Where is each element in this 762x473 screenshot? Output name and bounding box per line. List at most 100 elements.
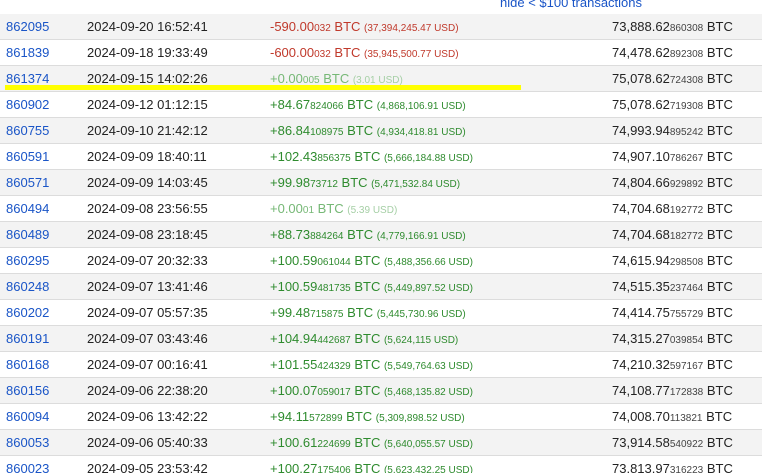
balance-fraction: 719308 — [669, 101, 704, 112]
hide-small-transactions-link[interactable]: hide < $100 transactions — [500, 0, 642, 10]
balance-main: 73,813.97 — [612, 461, 670, 473]
block-height-link[interactable]: 860023 — [6, 456, 49, 473]
table-row: 860494 2024-09-08 23:56:55 +0.0001 BTC (5.… — [0, 196, 762, 222]
amount-main: +100.61 — [270, 435, 318, 450]
balance-main: 74,907.10 — [612, 149, 670, 164]
transaction-amount: +86.84108975 BTC (4,934,418.81 USD) — [270, 118, 466, 145]
transaction-date: 2024-09-12 01:12:15 — [87, 97, 208, 112]
amount-unit: BTC — [337, 175, 372, 190]
balance: 74,515.35237464 BTC — [612, 274, 733, 301]
table-row: 860191 2024-09-07 03:43:46 +104.94442687 B… — [0, 326, 762, 352]
block-height-link[interactable]: 860168 — [6, 352, 49, 377]
block-height-link[interactable]: 860571 — [6, 170, 49, 195]
amount-fraction: 032 — [314, 49, 331, 60]
balance-main: 74,993.94 — [612, 123, 670, 138]
block-height-link[interactable]: 860248 — [6, 274, 49, 299]
transaction-amount: +0.0001 BTC (5.39 USD) — [270, 196, 397, 223]
transaction-amount: +101.55424329 BTC (5,549,764.63 USD) — [270, 352, 473, 379]
transaction-date: 2024-09-07 00:16:41 — [87, 357, 208, 372]
balance: 74,615.94298508 BTC — [612, 248, 733, 275]
block-height-link[interactable]: 860191 — [6, 326, 49, 351]
amount-main: +104.94 — [270, 331, 318, 346]
transaction-amount: +88.73884264 BTC (4,779,166.91 USD) — [270, 222, 466, 249]
amount-usd: (4,779,166.91 USD) — [376, 231, 466, 242]
table-row: 860295 2024-09-07 20:32:33 +100.59061044 B… — [0, 248, 762, 274]
amount-unit: BTC — [342, 409, 376, 424]
amount-fraction: 824066 — [310, 101, 344, 112]
balance-main: 74,210.32 — [612, 357, 670, 372]
table-row: 862095 2024-09-20 16:52:41 -590.00032 BTC … — [0, 14, 762, 40]
amount-unit: BTC — [330, 19, 365, 34]
transaction-amount: +100.61224699 BTC (5,640,055.57 USD) — [270, 430, 473, 457]
balance-fraction: 755729 — [669, 309, 704, 320]
amount-unit: BTC — [330, 45, 365, 60]
amount-usd: (5,488,356.66 USD) — [383, 257, 473, 268]
transaction-date: 2024-09-18 19:33:49 — [87, 45, 208, 60]
table-row: 860156 2024-09-06 22:38:20 +100.07059017 B… — [0, 378, 762, 404]
balance-unit: BTC — [703, 71, 733, 86]
block-height-link[interactable]: 860591 — [6, 144, 49, 169]
block-height-link[interactable]: 860053 — [6, 430, 49, 455]
balance-unit: BTC — [703, 201, 733, 216]
block-height-link[interactable]: 860202 — [6, 300, 49, 325]
amount-fraction: 175406 — [317, 465, 351, 473]
table-row: 860591 2024-09-09 18:40:11 +102.43856375 B… — [0, 144, 762, 170]
amount-fraction: 032 — [314, 23, 331, 34]
balance: 74,907.10786267 BTC — [612, 144, 733, 171]
balance-unit: BTC — [703, 357, 733, 372]
block-height-link[interactable]: 860755 — [6, 118, 49, 143]
amount-usd: (5,309,898.52 USD) — [375, 413, 465, 424]
table-row: 861839 2024-09-18 19:33:49 -600.00032 BTC … — [0, 40, 762, 66]
block-height-link[interactable]: 860094 — [6, 404, 49, 429]
block-height-link[interactable]: 860156 — [6, 378, 49, 403]
amount-main: +100.59 — [270, 279, 318, 294]
balance-main: 74,414.75 — [612, 305, 670, 320]
balance: 73,813.97316223 BTC — [612, 456, 733, 473]
amount-usd: (5,640,055.57 USD) — [383, 439, 473, 450]
amount-fraction: 224699 — [317, 439, 351, 450]
amount-usd: (5,445,730.96 USD) — [376, 309, 466, 320]
amount-main: +102.43 — [270, 149, 318, 164]
amount-usd: (5.39 USD) — [347, 205, 398, 216]
amount-usd: (5,624,115 USD) — [383, 335, 459, 346]
amount-fraction: 884264 — [310, 231, 344, 242]
balance-fraction: 724308 — [669, 75, 704, 86]
balance-unit: BTC — [703, 253, 733, 268]
amount-fraction: 481735 — [317, 283, 351, 294]
balance-main: 74,108.77 — [612, 383, 670, 398]
amount-main: +84.67 — [270, 97, 311, 112]
transaction-amount: +99.48715875 BTC (5,445,730.96 USD) — [270, 300, 466, 327]
balance: 73,888.62860308 BTC — [612, 14, 733, 41]
amount-main: -590.00 — [270, 19, 315, 34]
amount-main: +99.98 — [270, 175, 311, 190]
block-height-link[interactable]: 860489 — [6, 222, 49, 247]
table-row: 860571 2024-09-09 14:03:45 +99.9873712 BTC… — [0, 170, 762, 196]
amount-unit: BTC — [350, 461, 384, 473]
table-row: 860489 2024-09-08 23:18:45 +88.73884264 BT… — [0, 222, 762, 248]
block-height-link[interactable]: 860295 — [6, 248, 49, 273]
transaction-date: 2024-09-06 05:40:33 — [87, 435, 208, 450]
balance-fraction: 540922 — [669, 439, 704, 450]
transaction-amount: -590.00032 BTC (37,394,245.47 USD) — [270, 14, 459, 41]
amount-fraction: 01 — [302, 205, 315, 216]
block-height-link[interactable]: 861839 — [6, 40, 49, 65]
block-height-link[interactable]: 862095 — [6, 14, 49, 39]
amount-unit: BTC — [350, 331, 384, 346]
balance: 74,704.68182772 BTC — [612, 222, 733, 249]
block-height-link[interactable]: 860494 — [6, 196, 49, 221]
transaction-date: 2024-09-09 14:03:45 — [87, 175, 208, 190]
transaction-amount: -600.00032 BTC (35,945,500.77 USD) — [270, 40, 459, 67]
block-height-link[interactable]: 860902 — [6, 92, 49, 117]
amount-fraction: 424329 — [317, 361, 351, 372]
amount-usd: (37,394,245.47 USD) — [364, 23, 459, 34]
balance-main: 74,804.66 — [612, 175, 670, 190]
transaction-date: 2024-09-07 13:41:46 — [87, 279, 208, 294]
balance-fraction: 597167 — [669, 361, 704, 372]
balance: 74,210.32597167 BTC — [612, 352, 733, 379]
amount-usd: (5,549,764.63 USD) — [383, 361, 473, 372]
amount-fraction: 572899 — [309, 413, 343, 424]
balance-main: 73,888.62 — [612, 19, 670, 34]
table-row: 860168 2024-09-07 00:16:41 +101.55424329 B… — [0, 352, 762, 378]
balance: 74,993.94895242 BTC — [612, 118, 733, 145]
table-row: 860053 2024-09-06 05:40:33 +100.61224699 B… — [0, 430, 762, 456]
